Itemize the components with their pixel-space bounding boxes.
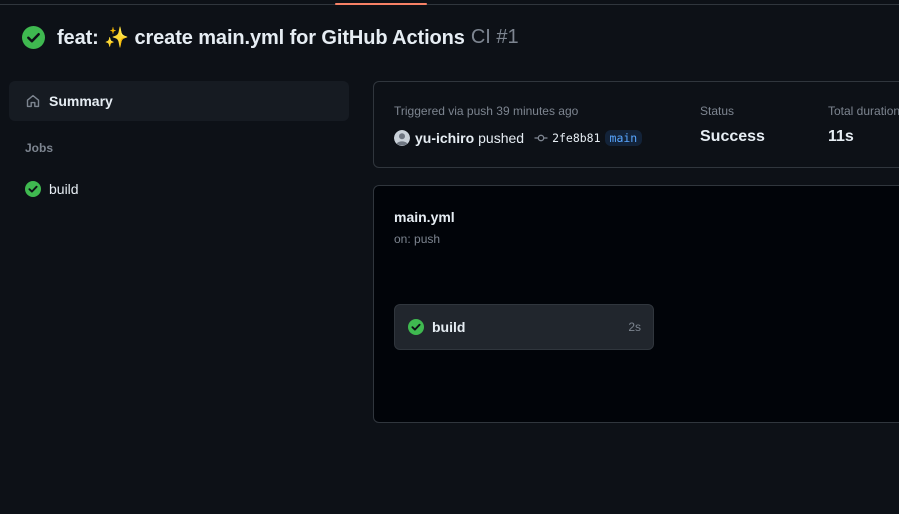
run-number: CI #1 — [470, 25, 519, 48]
home-icon — [26, 94, 40, 108]
status-value: Success — [700, 128, 765, 145]
sidebar-item-label: Summary — [49, 93, 113, 109]
git-commit-icon — [534, 134, 548, 142]
workflow-trigger: on: push — [394, 232, 441, 246]
success-check-icon — [408, 319, 424, 335]
sidebar-item-summary[interactable]: Summary — [9, 81, 349, 121]
run-title-row: feat: ✨ create main.yml for GitHub Actio… — [22, 24, 519, 50]
workflow-file-name: main.yml — [394, 209, 455, 225]
workflow-run-page: feat: ✨ create main.yml for GitHub Actio… — [0, 0, 899, 514]
actor-link[interactable]: yu-ichiro — [415, 130, 474, 146]
active-tab-indicator — [335, 3, 427, 5]
sidebar-item-label: build — [49, 181, 79, 197]
success-check-icon — [22, 25, 45, 49]
page-title: feat: ✨ create main.yml for GitHub Actio… — [57, 26, 465, 49]
success-check-icon — [25, 181, 41, 197]
job-node-label: build — [432, 319, 466, 335]
commit-sha-link[interactable]: 2fe8b81 — [552, 131, 600, 145]
job-duration: 2s — [628, 320, 641, 334]
workflow-graph-card: main.yml on: push build 2s — [373, 185, 899, 423]
duration-value: 11s — [828, 128, 854, 145]
status-label: Status — [700, 104, 735, 118]
action-text: pushed — [478, 130, 525, 146]
pusher-row: yu-ichiro pushed 2fe8b81 main — [394, 128, 643, 148]
sidebar-item-build[interactable]: build — [9, 174, 349, 204]
run-summary-card: Triggered via push 39 minutes ago yu-ich… — [373, 81, 899, 168]
user-avatar[interactable] — [394, 130, 410, 146]
trigger-text: Triggered via push 39 minutes ago — [394, 104, 579, 118]
top-divider — [0, 4, 899, 5]
jobs-heading: Jobs — [25, 141, 54, 155]
job-node-build[interactable]: build 2s — [394, 304, 654, 350]
duration-label: Total duration — [828, 104, 899, 118]
branch-badge[interactable]: main — [604, 130, 643, 146]
